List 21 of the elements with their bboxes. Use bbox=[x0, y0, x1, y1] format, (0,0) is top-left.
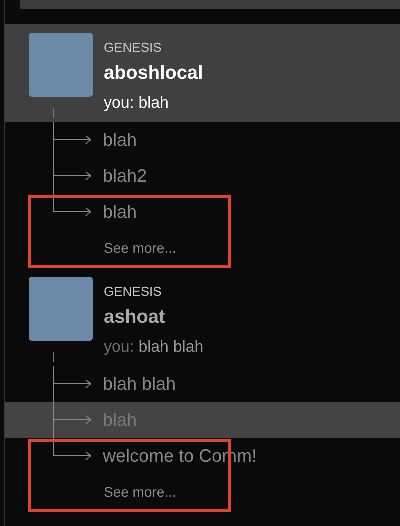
last-message: you: blah blah bbox=[104, 338, 204, 358]
sidebar-item[interactable]: blah2 bbox=[5, 158, 400, 194]
thread-name: ashoat bbox=[104, 306, 166, 330]
community-name: GENESIS bbox=[104, 283, 163, 301]
sidebar-item[interactable]: blah blah bbox=[5, 366, 400, 402]
sidebar-item[interactable]: blah bbox=[5, 122, 400, 158]
avatar bbox=[29, 33, 93, 97]
thread-item[interactable]: GENESIS ashoat you: blah blah bbox=[5, 268, 400, 366]
search-bar[interactable] bbox=[20, 0, 400, 9]
branch-arrow-icon bbox=[53, 366, 92, 402]
thread-item[interactable]: GENESIS aboshlocal you: blah bbox=[5, 24, 400, 122]
branch-arrow-icon bbox=[53, 122, 92, 158]
tree-line bbox=[53, 108, 54, 118]
see-more-link[interactable]: See more... bbox=[104, 240, 176, 256]
community-name: GENESIS bbox=[104, 39, 163, 57]
see-more-link[interactable]: See more... bbox=[104, 484, 176, 500]
tree-line bbox=[53, 352, 54, 362]
last-message: you: blah bbox=[104, 94, 170, 114]
thread-name: aboshlocal bbox=[104, 62, 204, 86]
avatar bbox=[29, 277, 93, 341]
sidebar-item[interactable]: blah bbox=[5, 194, 400, 230]
